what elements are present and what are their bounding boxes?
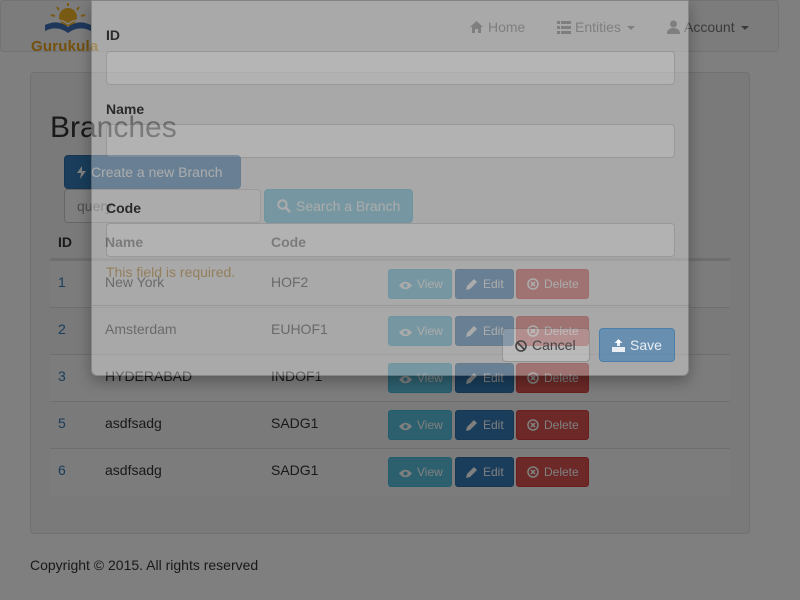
modal-footer — [92, 305, 690, 306]
ban-circle-icon — [515, 340, 527, 352]
code-required-error: This field is required. — [106, 264, 236, 280]
branch-edit-modal: ID Name Code This field is required. Can… — [91, 0, 690, 376]
cancel-button[interactable]: Cancel — [502, 328, 590, 362]
id-field[interactable] — [106, 51, 675, 85]
code-field[interactable] — [106, 223, 675, 257]
field-label-code: Code — [106, 200, 141, 216]
save-label: Save — [630, 337, 662, 353]
field-label-id: ID — [106, 27, 120, 43]
field-label-name: Name — [106, 101, 145, 117]
save-icon — [612, 339, 625, 352]
cancel-label: Cancel — [532, 337, 576, 353]
name-field[interactable] — [106, 124, 675, 158]
save-button[interactable]: Save — [599, 328, 675, 362]
